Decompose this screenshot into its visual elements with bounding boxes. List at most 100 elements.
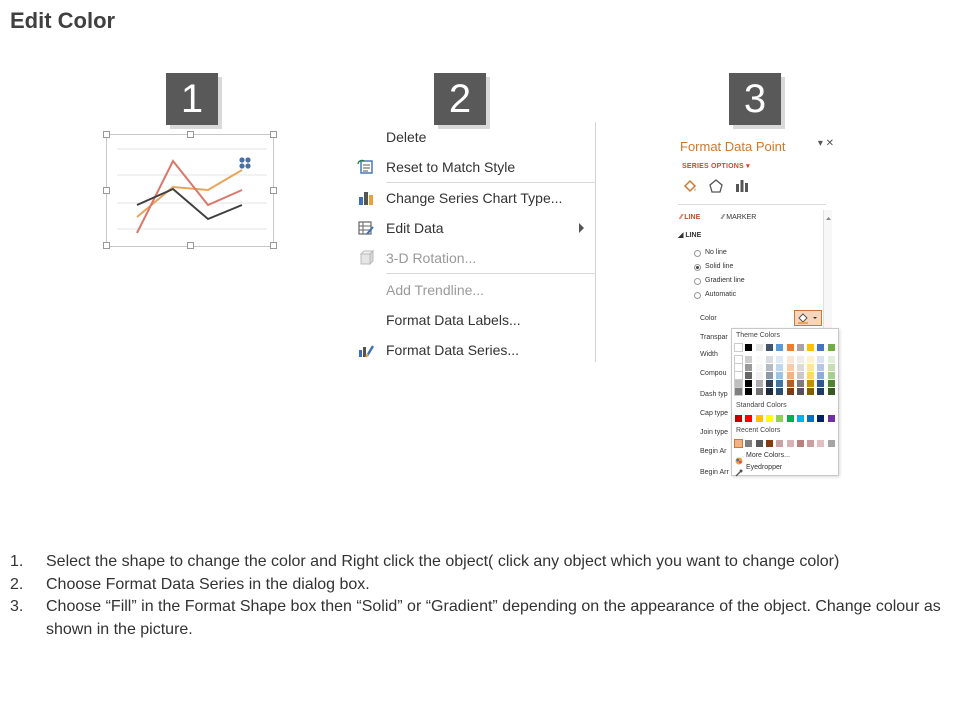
standard-color-swatch[interactable]	[735, 415, 742, 422]
theme-color-swatch[interactable]	[765, 388, 773, 395]
menu-item-3d-rotation[interactable]: 3-D Rotation...	[346, 244, 596, 272]
theme-color-swatch[interactable]	[827, 380, 835, 387]
theme-color-swatch[interactable]	[786, 380, 794, 387]
theme-color-swatch[interactable]	[817, 372, 825, 379]
standard-color-swatch[interactable]	[776, 415, 784, 422]
menu-item-reset-to-match-style[interactable]: Reset to Match Style	[346, 153, 596, 181]
gradient-line-radio[interactable]	[694, 278, 701, 285]
theme-color-swatch[interactable]	[734, 355, 743, 364]
theme-color-swatch[interactable]	[786, 388, 794, 395]
theme-color-swatch[interactable]	[817, 388, 825, 395]
standard-color-swatch[interactable]	[807, 415, 815, 422]
line-color-picker-button[interactable]	[794, 310, 822, 326]
theme-color-swatch[interactable]	[745, 344, 753, 351]
resize-handle[interactable]	[103, 242, 110, 249]
recent-color-swatch[interactable]	[827, 440, 835, 447]
menu-item-edit-data[interactable]: Edit Data	[346, 214, 596, 242]
resize-handle[interactable]	[270, 131, 277, 138]
theme-color-swatch[interactable]	[755, 388, 763, 395]
theme-color-swatch[interactable]	[807, 372, 815, 379]
theme-color-swatch[interactable]	[796, 380, 804, 387]
resize-handle[interactable]	[187, 242, 194, 249]
theme-color-swatch[interactable]	[745, 364, 753, 371]
theme-color-swatch[interactable]	[817, 356, 825, 363]
theme-color-swatch[interactable]	[776, 372, 784, 379]
selected-line-chart[interactable]	[103, 131, 277, 249]
theme-color-swatch[interactable]	[796, 364, 804, 371]
theme-color-swatch[interactable]	[786, 356, 794, 363]
theme-color-swatch[interactable]	[817, 380, 825, 387]
standard-color-swatch[interactable]	[755, 415, 763, 422]
theme-color-swatch[interactable]	[786, 372, 794, 379]
theme-color-swatch[interactable]	[765, 364, 773, 371]
recent-color-swatch[interactable]	[786, 440, 794, 447]
marker-subtab[interactable]: ⁄⁄ MARKER	[722, 214, 756, 221]
theme-color-swatch[interactable]	[776, 344, 784, 351]
theme-color-swatch[interactable]	[807, 344, 815, 351]
theme-color-swatch[interactable]	[765, 344, 773, 351]
theme-color-swatch[interactable]	[765, 372, 773, 379]
theme-color-swatch[interactable]	[807, 388, 815, 395]
theme-color-swatch[interactable]	[776, 388, 784, 395]
theme-color-swatch[interactable]	[817, 364, 825, 371]
theme-color-swatch[interactable]	[734, 343, 743, 352]
theme-color-swatch[interactable]	[734, 363, 743, 372]
standard-color-swatch[interactable]	[786, 415, 794, 422]
theme-color-swatch[interactable]	[745, 356, 753, 363]
no-line-radio[interactable]	[694, 250, 701, 257]
recent-color-swatch[interactable]	[796, 440, 804, 447]
resize-handle[interactable]	[103, 187, 110, 194]
pane-controls[interactable]: ▾ ✕	[818, 138, 834, 149]
theme-color-swatch[interactable]	[796, 356, 804, 363]
menu-item-format-data-labels[interactable]: Format Data Labels...	[346, 306, 596, 334]
theme-color-swatch[interactable]	[755, 372, 763, 379]
theme-color-swatch[interactable]	[807, 364, 815, 371]
theme-color-swatch[interactable]	[817, 344, 825, 351]
theme-color-swatch[interactable]	[755, 380, 763, 387]
theme-color-swatch[interactable]	[734, 371, 743, 380]
theme-color-swatch[interactable]	[807, 356, 815, 363]
theme-color-swatch[interactable]	[807, 380, 815, 387]
theme-color-swatch[interactable]	[827, 364, 835, 371]
theme-color-swatch[interactable]	[796, 372, 804, 379]
recent-color-swatch[interactable]	[755, 440, 763, 447]
standard-color-swatch[interactable]	[796, 415, 804, 422]
series-options-dropdown[interactable]: SERIES OPTIONS ▾	[682, 162, 750, 170]
resize-handle[interactable]	[103, 131, 110, 138]
theme-color-swatch[interactable]	[745, 388, 753, 395]
eyedropper-link[interactable]: Eyedropper	[746, 464, 782, 471]
menu-item-format-data-series[interactable]: Format Data Series...	[346, 336, 596, 364]
menu-item-delete[interactable]: Delete	[346, 123, 596, 151]
theme-color-swatch[interactable]	[786, 364, 794, 371]
resize-handle[interactable]	[270, 242, 277, 249]
theme-color-swatch[interactable]	[827, 344, 835, 351]
theme-color-swatch[interactable]	[796, 344, 804, 351]
theme-color-swatch[interactable]	[745, 380, 753, 387]
resize-handle[interactable]	[270, 187, 277, 194]
recent-color-swatch[interactable]	[745, 440, 753, 447]
standard-color-swatch[interactable]	[817, 415, 825, 422]
standard-color-swatch[interactable]	[765, 415, 773, 422]
theme-color-swatch[interactable]	[776, 356, 784, 363]
theme-color-swatch[interactable]	[776, 380, 784, 387]
theme-color-swatch[interactable]	[734, 379, 743, 388]
recent-color-swatch[interactable]	[817, 440, 825, 447]
theme-color-swatch[interactable]	[827, 356, 835, 363]
theme-color-swatch[interactable]	[734, 387, 743, 396]
theme-color-swatch[interactable]	[796, 388, 804, 395]
recent-color-swatch[interactable]	[765, 440, 773, 447]
theme-color-swatch[interactable]	[755, 344, 763, 351]
line-section-header[interactable]: ◢ LINE	[678, 231, 701, 239]
menu-item-add-trendline[interactable]: Add Trendline...	[346, 276, 596, 304]
automatic-radio[interactable]	[694, 292, 701, 299]
series-options-icon[interactable]	[734, 178, 750, 194]
theme-color-swatch[interactable]	[755, 364, 763, 371]
theme-color-swatch[interactable]	[755, 356, 763, 363]
resize-handle[interactable]	[187, 131, 194, 138]
theme-color-swatch[interactable]	[745, 372, 753, 379]
standard-color-swatch[interactable]	[827, 415, 835, 422]
menu-item-change-series-chart-type[interactable]: Change Series Chart Type...	[346, 184, 596, 212]
more-colors-link[interactable]: More Colors...	[746, 452, 790, 459]
recent-color-swatch[interactable]	[776, 440, 784, 447]
recent-color-swatch[interactable]	[807, 440, 815, 447]
